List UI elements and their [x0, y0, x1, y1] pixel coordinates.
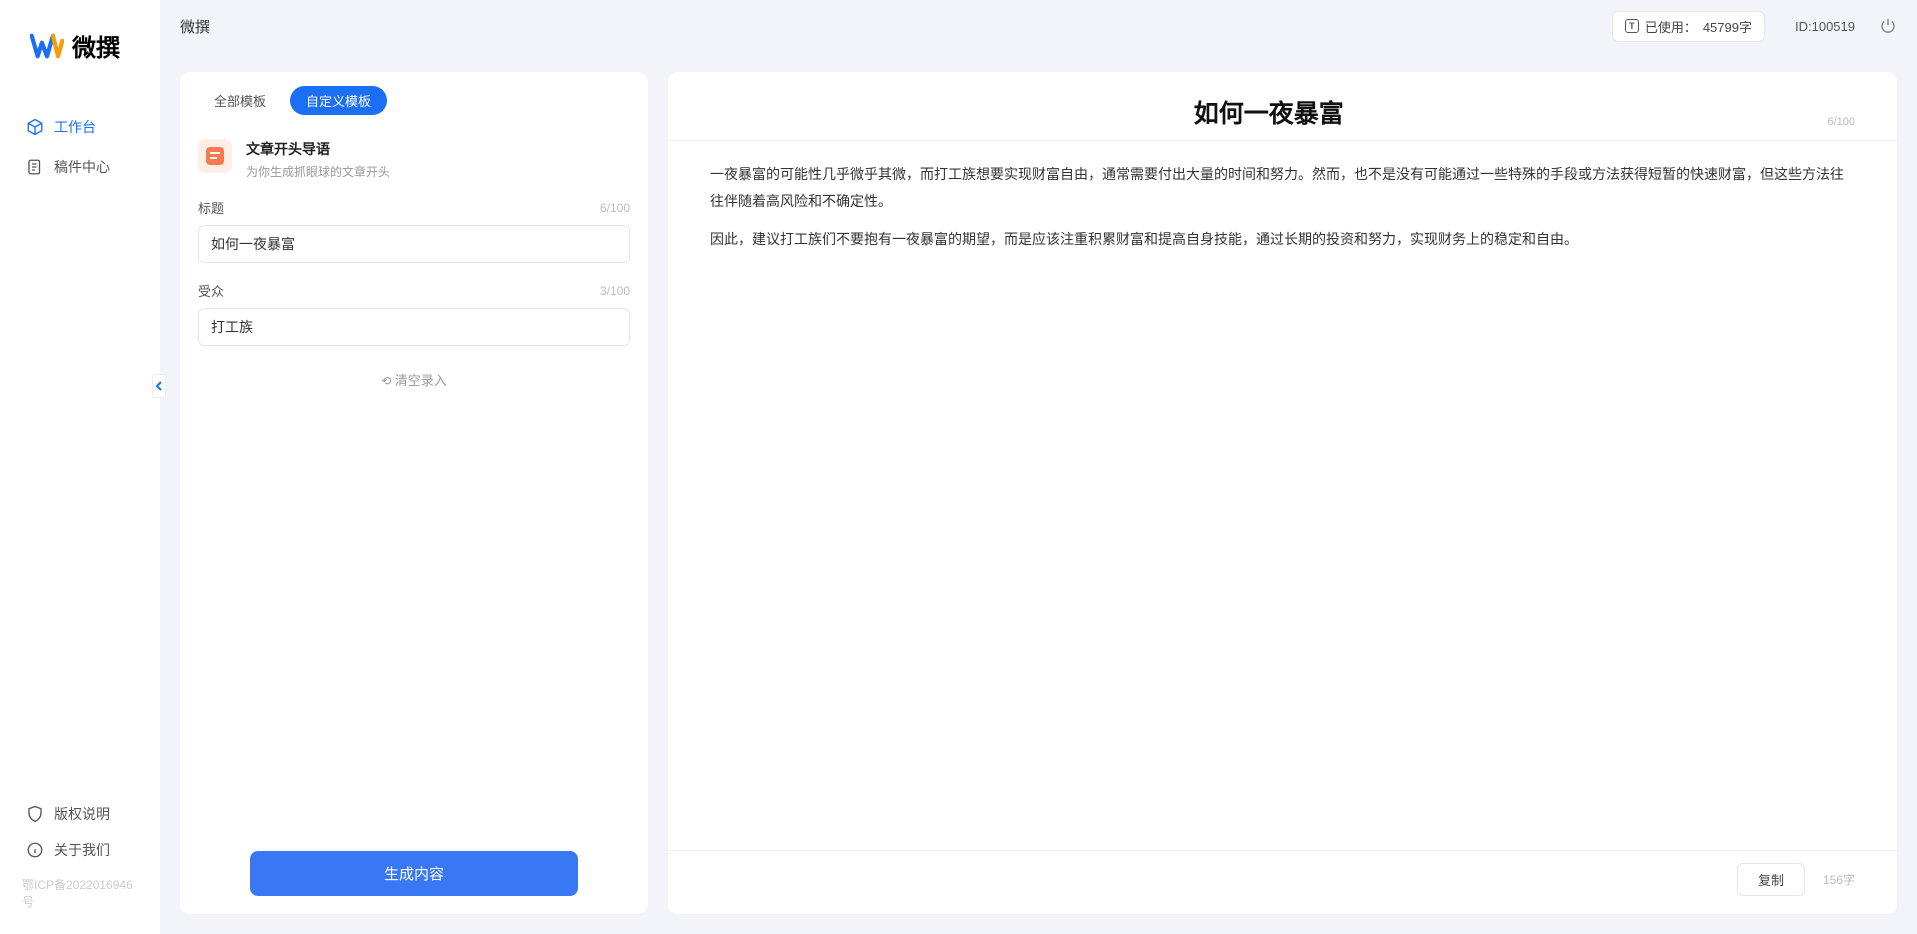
- output-title[interactable]: 如何一夜暴富: [710, 94, 1827, 130]
- field-count: 6/100: [600, 201, 630, 215]
- chevron-left-icon: [155, 381, 163, 391]
- output-paragraph: 一夜暴富的可能性几乎微乎其微，而打工族想要实现财富自由，通常需要付出大量的时间和…: [710, 161, 1855, 214]
- template-title: 文章开头导语: [246, 139, 390, 159]
- sidebar-item-label: 版权说明: [54, 804, 110, 824]
- field-title: 标题 6/100: [198, 198, 630, 263]
- user-id: ID:100519: [1795, 19, 1855, 34]
- audience-input[interactable]: [198, 308, 630, 346]
- word-count: 156字: [1823, 871, 1855, 888]
- usage-label: 已使用：: [1645, 17, 1697, 36]
- sidebar-item-drafts[interactable]: 稿件中心: [0, 147, 160, 187]
- field-label: 受众: [198, 281, 224, 300]
- sidebar-item-label: 关于我们: [54, 840, 110, 860]
- content: 全部模板 自定义模板 文章开头导语 为你生成抓眼球的文章开头 标题: [160, 52, 1917, 934]
- template-desc: 为你生成抓眼球的文章开头: [246, 163, 390, 180]
- main-area: 微撰 T 已使用： 45799字 ID:100519 全部模板 自定义模板: [160, 0, 1917, 934]
- copy-button[interactable]: 复制: [1737, 863, 1805, 896]
- output-title-count: 6/100: [1827, 116, 1855, 128]
- cube-icon: [26, 118, 44, 136]
- sidebar-item-workspace[interactable]: 工作台: [0, 107, 160, 147]
- document-list-icon: [26, 158, 44, 176]
- text-count-icon: T: [1625, 19, 1639, 33]
- template-header: 文章开头导语 为你生成抓眼球的文章开头: [180, 129, 648, 198]
- sidebar-nav: 工作台 稿件中心: [0, 87, 160, 786]
- power-icon[interactable]: [1879, 17, 1897, 35]
- brand-logo[interactable]: 微撰: [0, 0, 160, 87]
- sidebar-item-label: 工作台: [54, 117, 96, 137]
- field-audience: 受众 3/100: [198, 281, 630, 346]
- title-input[interactable]: [198, 225, 630, 263]
- sidebar-collapse-handle[interactable]: [152, 374, 166, 398]
- field-label: 标题: [198, 198, 224, 217]
- sidebar: 微撰 工作台 稿件中心: [0, 0, 160, 934]
- output-footer: 复制 156字: [668, 850, 1897, 896]
- form-panel: 全部模板 自定义模板 文章开头导语 为你生成抓眼球的文章开头 标题: [180, 72, 648, 914]
- logo-icon: [30, 32, 64, 60]
- form-area: 标题 6/100 受众 3/100 清空录入: [180, 198, 648, 851]
- icp-text: 鄂ICP备2022016946号: [0, 868, 160, 918]
- tab-all-templates[interactable]: 全部模板: [198, 86, 282, 115]
- shield-icon: [26, 805, 44, 823]
- output-paragraph: 因此，建议打工族们不要抱有一夜暴富的期望，而是应该注重积累财富和提高自身技能，通…: [710, 226, 1855, 253]
- brand-name: 微撰: [72, 28, 120, 63]
- template-icon: [198, 139, 232, 173]
- template-tabs: 全部模板 自定义模板: [180, 86, 648, 129]
- sidebar-item-label: 稿件中心: [54, 157, 110, 177]
- output-body[interactable]: 一夜暴富的可能性几乎微乎其微，而打工族想要实现财富自由，通常需要付出大量的时间和…: [668, 141, 1897, 850]
- generate-button[interactable]: 生成内容: [250, 851, 578, 896]
- usage-value: 45799字: [1703, 17, 1752, 36]
- output-header: 如何一夜暴富 6/100: [668, 94, 1897, 141]
- page-title: 微撰: [180, 16, 210, 37]
- sidebar-item-copyright[interactable]: 版权说明: [0, 796, 160, 832]
- sidebar-footer: 版权说明 关于我们 鄂ICP备2022016946号: [0, 786, 160, 934]
- clear-input-link[interactable]: 清空录入: [381, 373, 446, 388]
- tab-custom-templates[interactable]: 自定义模板: [290, 86, 387, 115]
- output-panel: 如何一夜暴富 6/100 一夜暴富的可能性几乎微乎其微，而打工族想要实现财富自由…: [668, 72, 1897, 914]
- document-icon: [206, 147, 224, 165]
- topbar: 微撰 T 已使用： 45799字 ID:100519: [160, 0, 1917, 52]
- field-count: 3/100: [600, 284, 630, 298]
- sidebar-item-about[interactable]: 关于我们: [0, 832, 160, 868]
- usage-badge[interactable]: T 已使用： 45799字: [1612, 11, 1765, 42]
- info-icon: [26, 841, 44, 859]
